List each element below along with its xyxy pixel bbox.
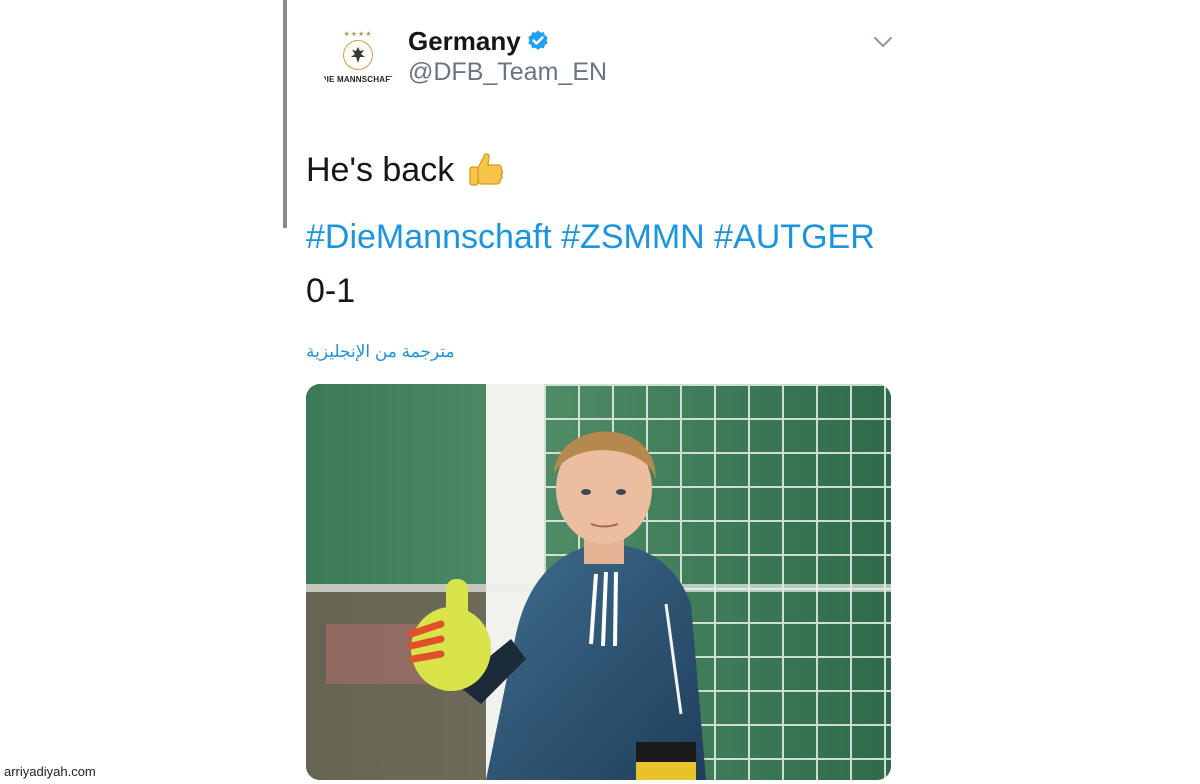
tweet-text-body: He's back (306, 150, 455, 189)
translated-from-english-link[interactable]: مترجمة من الإنجليزية (306, 342, 455, 362)
tweet-photo[interactable] (306, 384, 891, 780)
watermark: arriyadiyah.com (4, 764, 96, 779)
chevron-down-icon[interactable] (872, 34, 894, 50)
scroll-indicator (283, 0, 287, 228)
author-display-name[interactable]: Germany (408, 26, 521, 57)
thumbs-up-icon (469, 153, 504, 186)
tweet-screenshot: ★★★★ DIE MANNSCHAFT Germany @DFB_Team_EN… (0, 0, 1200, 784)
score-text: 0-1 (306, 272, 356, 310)
hashtag-diemannschaft[interactable]: #DieMannschaft (306, 218, 552, 256)
eagle-crest-icon (343, 40, 373, 70)
hashtags: #DieMannschaft #ZSMMN #AUTGER (306, 218, 875, 257)
tweet-text: He's back (306, 148, 508, 192)
hashtag-autger[interactable]: #AUTGER (714, 218, 875, 256)
avatar-brand-text: DIE MANNSCHAFT (320, 75, 396, 84)
verified-badge-icon (528, 30, 548, 50)
avatar[interactable]: ★★★★ DIE MANNSCHAFT (320, 22, 396, 98)
hashtag-zsmmn[interactable]: #ZSMMN (561, 218, 705, 256)
goalkeeper-photo (306, 384, 891, 780)
stars-icon: ★★★★ (343, 31, 373, 38)
author-handle[interactable]: @DFB_Team_EN (408, 58, 607, 87)
